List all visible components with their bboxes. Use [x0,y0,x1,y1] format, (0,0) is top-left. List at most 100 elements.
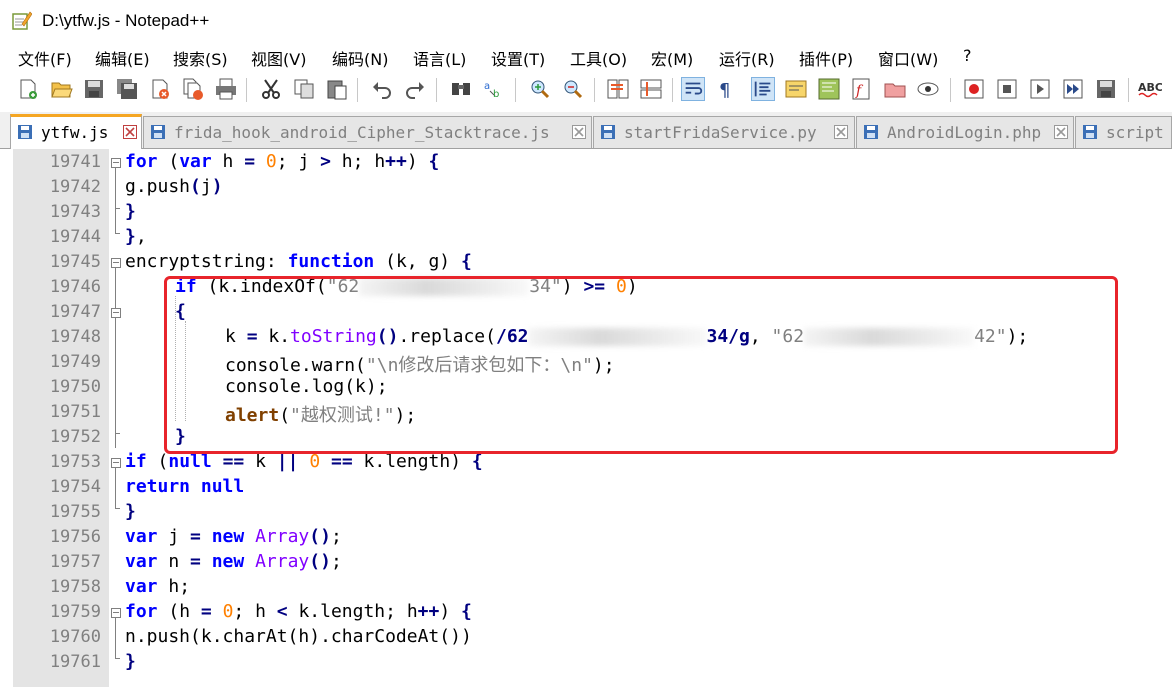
show-all-chars-icon[interactable]: ¶ [714,77,738,101]
code-token: { [428,151,440,172]
fold-toggle[interactable] [111,458,121,468]
fold-toggle[interactable] [111,608,121,618]
replace-icon[interactable]: ab [482,77,506,101]
fold-line [115,168,116,208]
zoom-out-icon[interactable] [561,77,585,101]
open-file-icon[interactable] [49,77,73,101]
menu-encoding[interactable]: 编码(N) [332,46,388,70]
close-tab-icon[interactable] [572,125,586,139]
fold-line [115,468,116,508]
sync-horizontal-icon[interactable] [639,77,663,101]
new-file-icon[interactable] [16,77,40,101]
line-number: 19752 [49,427,101,447]
save-macro-icon[interactable] [1094,77,1118,101]
code-token: ( [157,151,180,172]
code-line: encryptstring: function (k, g) { [125,251,472,272]
copy-icon[interactable] [292,77,316,101]
sync-vertical-icon[interactable] [606,77,630,101]
doc-map-icon[interactable] [817,77,841,101]
fold-toggle[interactable] [111,258,121,268]
code-token: for [125,601,158,622]
close-all-icon[interactable] [181,77,205,101]
record-macro-icon[interactable] [962,77,986,101]
menu-settings[interactable]: 设置(T) [491,46,545,70]
close-tab-icon[interactable] [834,125,848,139]
menu-window[interactable]: 窗口(W) [878,46,938,70]
save-icon[interactable] [82,77,106,101]
fold-toggle[interactable] [111,158,121,168]
monitoring-icon[interactable] [916,77,940,101]
play-macro-icon[interactable] [1028,77,1052,101]
code-token: ; j [276,151,321,172]
toolbar-separator [357,78,358,102]
udl-icon[interactable] [784,77,808,101]
line-number: 19755 [49,502,101,522]
line-number: 19759 [49,602,101,622]
tab-label: frida_hook_android_Cipher_Stacktrace.js [174,123,550,142]
tab-android-login-php[interactable]: AndroidLogin.php [856,116,1074,148]
run-macro-multiple-icon[interactable] [1061,77,1085,101]
save-all-icon[interactable] [115,77,139,101]
folder-as-workspace-icon[interactable] [883,77,907,101]
menu-file[interactable]: 文件(F) [18,46,72,70]
toolbar-separator [950,78,951,102]
find-icon[interactable] [449,77,473,101]
code-token: return [125,476,191,497]
tab-start-frida-service-py[interactable]: startFridaService.py [593,116,855,148]
code-token: for [125,151,158,172]
menu-edit[interactable]: 编辑(E) [95,46,150,70]
word-wrap-icon[interactable] [681,77,705,101]
stop-record-icon[interactable] [995,77,1019,101]
menu-view[interactable]: 视图(V) [251,46,306,70]
code-token: } [125,651,136,672]
indent-guide-icon[interactable] [751,77,775,101]
tab-ytfw-js[interactable]: ytfw.js [10,114,142,149]
code-line: } [125,651,136,672]
menu-macro[interactable]: 宏(M) [651,46,693,70]
fold-line [115,208,116,233]
menu-search[interactable]: 搜索(S) [173,46,228,70]
print-icon[interactable] [214,77,238,101]
zoom-in-icon[interactable] [528,77,552,101]
menu-language[interactable]: 语言(L) [413,46,466,70]
close-tab-icon[interactable] [1054,125,1068,139]
line-number: 19750 [49,377,101,397]
menu-plugins[interactable]: 插件(P) [799,46,853,70]
code-token: h; [157,576,191,597]
menu-help[interactable]: ? [963,46,972,65]
code-token: () [309,526,331,547]
menu-run[interactable]: 运行(R) [719,46,775,70]
code-token: k [244,451,277,472]
function-list-icon[interactable]: f [850,77,874,101]
tab-frida-hook-android-cipher-stacktrace-js[interactable]: frida_hook_android_Cipher_Stacktrace.js [143,116,592,148]
code-token: ( [146,451,169,472]
close-icon[interactable] [148,77,172,101]
code-token: { [460,251,472,272]
code-token: = [190,526,201,547]
redo-icon[interactable] [403,77,427,101]
code-token: 0 [222,601,234,622]
spell-check-icon[interactable]: ABC [1138,77,1162,101]
line-number: 19743 [49,202,101,222]
code-token: var [179,151,212,172]
code-token: () [309,551,331,572]
code-editor[interactable]: 19741 19742 19743 19744 19745 19746 1974… [13,149,1172,687]
fold-toggle[interactable] [111,308,121,318]
close-tab-icon[interactable] [123,125,137,139]
code-token: ) [211,176,223,197]
code-token: null [200,476,245,497]
cut-icon[interactable] [259,77,283,101]
code-line: for (var h = 0; j > h; h++) { [125,151,439,172]
tab-script[interactable]: script [1075,116,1172,148]
code-token: = [190,551,201,572]
tab-label: startFridaService.py [624,123,817,142]
line-number: 19754 [49,477,101,497]
menu-tools[interactable]: 工具(O) [570,46,627,70]
paste-icon[interactable] [325,77,349,101]
toolbar-separator [594,78,595,102]
undo-icon[interactable] [370,77,394,101]
code-token: function [287,251,375,272]
